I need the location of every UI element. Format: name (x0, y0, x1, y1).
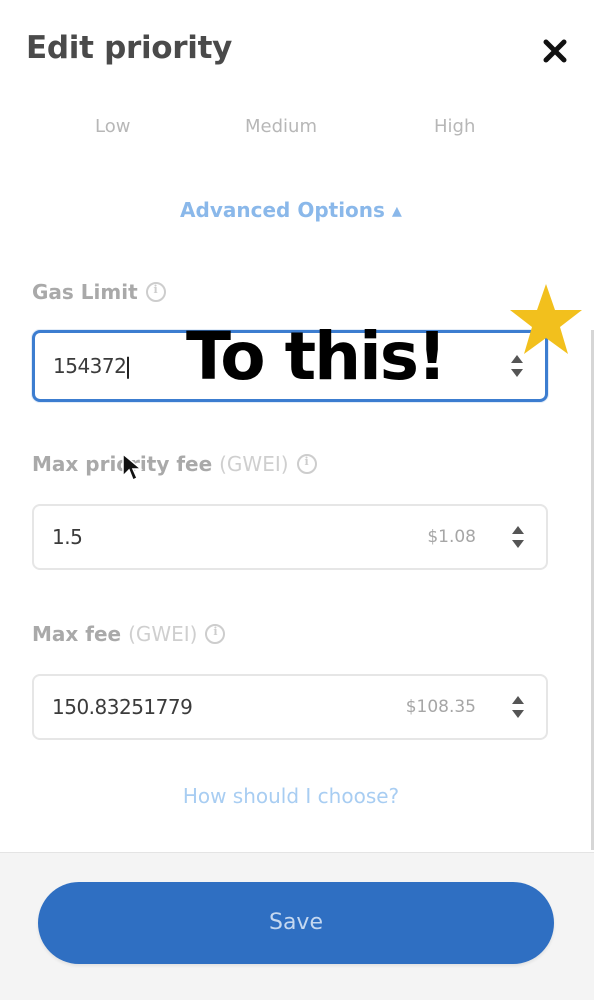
overlay-caption: To this! (186, 318, 447, 395)
close-icon (543, 39, 567, 63)
advanced-options-toggle[interactable]: Advanced Options ▴ (0, 198, 582, 222)
info-icon[interactable] (145, 281, 166, 302)
stepper-down-icon[interactable] (512, 710, 524, 718)
star-icon (510, 284, 582, 354)
tab-medium[interactable]: Medium (245, 116, 317, 137)
gas-limit-label: Gas Limit (32, 280, 166, 304)
info-icon[interactable] (296, 453, 317, 474)
text-caret (127, 356, 130, 379)
max-fee-label: Max fee (GWEI) (32, 622, 226, 646)
info-icon[interactable] (205, 623, 226, 644)
page-title: Edit priority (26, 30, 233, 66)
tab-high[interactable]: High (434, 116, 475, 137)
max-priority-fee-input[interactable]: 1.5 (52, 525, 352, 549)
stepper-up-icon[interactable] (512, 526, 524, 534)
max-priority-fee-unit: (GWEI) (219, 452, 289, 476)
max-fee-input[interactable]: 150.83251779 (52, 695, 352, 719)
max-fee-field[interactable]: 150.83251779 $108.35 (32, 674, 548, 740)
max-fee-unit: (GWEI) (128, 622, 198, 646)
gas-limit-stepper[interactable] (511, 355, 523, 377)
edit-priority-popover: Edit priority Low Medium High Advanced O… (0, 0, 594, 1000)
max-fee-label-text: Max fee (32, 622, 122, 646)
mouse-pointer-icon (122, 452, 143, 482)
max-priority-fee-field[interactable]: 1.5 $1.08 (32, 504, 548, 570)
gas-limit-label-text: Gas Limit (32, 280, 138, 304)
gas-limit-value: 154372 (53, 353, 127, 378)
how-to-choose-link[interactable]: How should I choose? (0, 784, 582, 808)
max-priority-fee-fiat: $1.08 (427, 527, 476, 547)
stepper-down-icon[interactable] (511, 369, 523, 377)
max-fee-fiat: $108.35 (405, 697, 476, 717)
priority-tabs: Low Medium High (0, 116, 594, 146)
close-button[interactable] (540, 36, 570, 66)
max-priority-fee-label: Max priority fee (GWEI) (32, 452, 317, 476)
save-button[interactable]: Save (38, 882, 554, 964)
tab-low[interactable]: Low (95, 116, 130, 137)
max-fee-stepper[interactable] (512, 696, 524, 718)
max-priority-fee-stepper[interactable] (512, 526, 524, 548)
stepper-up-icon[interactable] (512, 696, 524, 704)
stepper-down-icon[interactable] (512, 540, 524, 548)
